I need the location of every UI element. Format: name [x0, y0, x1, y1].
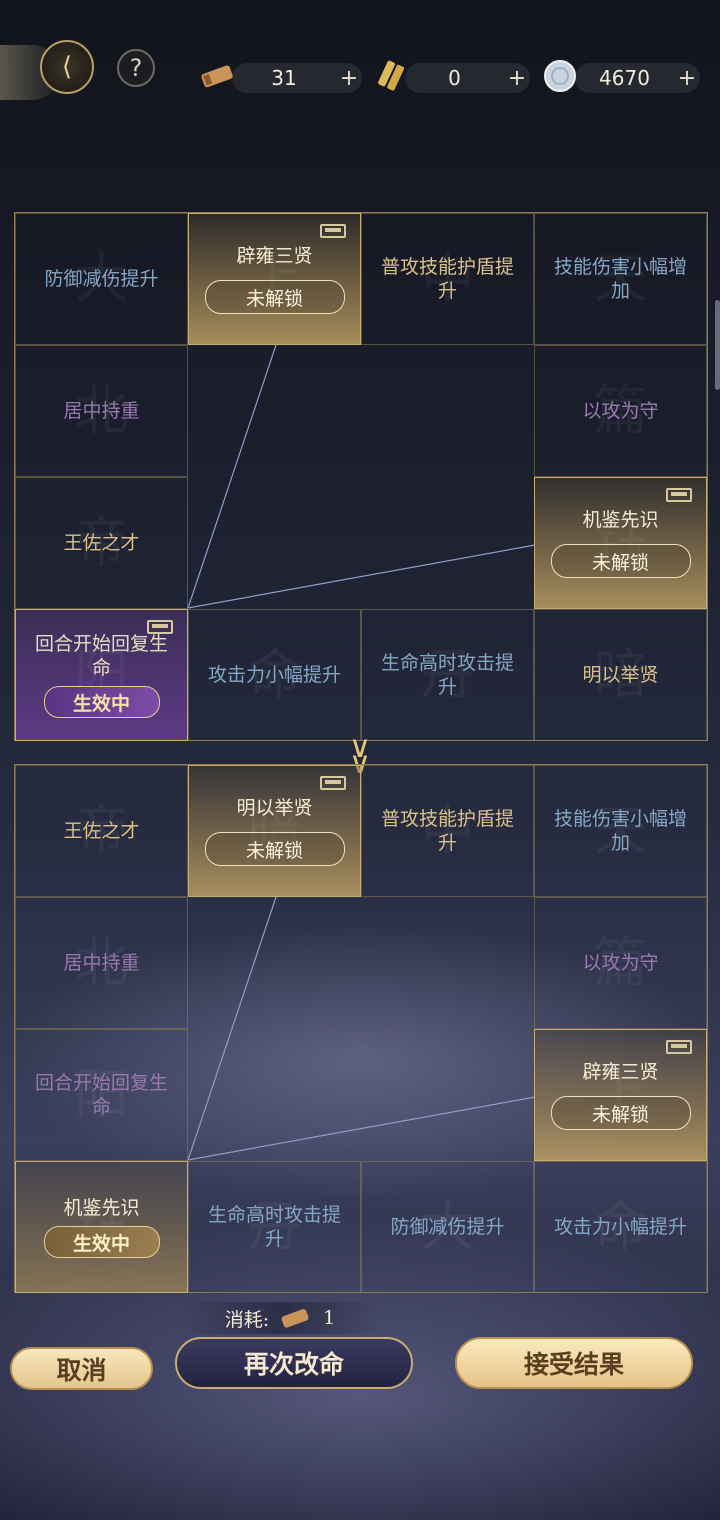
talent-cell[interactable]: 北居中持重	[15, 897, 188, 1029]
resource-scroll: 31 +	[232, 63, 362, 93]
add-scroll-button[interactable]: +	[336, 66, 362, 91]
talent-cell[interactable]: 上辟雍三贤 未解锁	[188, 213, 361, 345]
talent-label: 以攻为守	[582, 952, 659, 974]
locked-badge: 未解锁	[204, 832, 345, 866]
back-arrow-icon: ⟨	[61, 52, 73, 82]
locked-badge: 未解锁	[550, 544, 691, 578]
talent-label: 辟雍三贤	[236, 245, 313, 267]
talent-cell[interactable]: 天技能伤害小幅增加	[534, 765, 707, 897]
talent-cell[interactable]: 中普攻技能护盾提升	[361, 213, 534, 345]
talent-label: 普攻技能护盾提升	[380, 808, 514, 854]
talent-label: 技能伤害小幅增加	[553, 808, 687, 854]
talent-cell[interactable]: 篇以攻为守	[534, 345, 707, 477]
talent-cell[interactable]: 大防御减伤提升	[361, 1161, 534, 1293]
talent-cell[interactable]: 命攻击力小幅提升	[188, 609, 361, 741]
resource-value: 31	[271, 66, 297, 90]
talent-cell[interactable]: 帝王佐之才	[15, 765, 188, 897]
cost-row: 消耗: 1	[180, 1302, 380, 1334]
resource-value: 4670	[599, 66, 650, 90]
talent-label: 王佐之才	[63, 532, 140, 554]
talent-cell[interactable]: 丹生命高时攻击提升	[188, 1161, 361, 1293]
destiny-grid-result: 帝王佐之才暗明以举贤 未解锁中普攻技能护盾提升天技能伤害小幅增加北居中持重篇以攻为…	[14, 764, 708, 1293]
add-bamboo-button[interactable]: +	[504, 66, 530, 91]
locked-badge: 未解锁	[204, 280, 345, 314]
talent-cell[interactable]: 暗明以举贤 未解锁	[188, 765, 361, 897]
scrollbar[interactable]	[715, 300, 720, 390]
resource-silver: 4670 +	[575, 63, 700, 93]
resource-bamboo: 0 +	[405, 63, 530, 93]
talent-label: 以攻为守	[582, 400, 659, 422]
scroll-icon	[281, 1309, 309, 1328]
talent-cell[interactable]: 命攻击力小幅提升	[534, 1161, 707, 1293]
active-badge: 生效中	[43, 686, 160, 718]
back-button[interactable]: ⟨	[40, 40, 94, 94]
talent-label: 居中持重	[63, 952, 140, 974]
talent-label: 明以举贤	[236, 797, 313, 819]
talent-label: 普攻技能护盾提升	[380, 256, 514, 302]
active-badge: 生效中	[43, 1226, 160, 1258]
add-silver-button[interactable]: +	[674, 66, 700, 91]
talent-label: 回合开始回复生命	[34, 633, 168, 679]
destiny-grid-current: 大防御减伤提升上辟雍三贤 未解锁中普攻技能护盾提升天技能伤害小幅增加北居中持重篇以…	[14, 212, 708, 741]
talent-label: 生命高时攻击提升	[207, 1204, 341, 1250]
slot-flag-icon	[666, 488, 692, 502]
talent-label: 攻击力小幅提升	[553, 1216, 687, 1238]
cost-label: 消耗:	[224, 1308, 270, 1331]
cost-value: 1	[323, 1307, 336, 1329]
talent-cell[interactable]: 上辟雍三贤 未解锁	[534, 1029, 707, 1161]
talent-label: 技能伤害小幅增加	[553, 256, 687, 302]
talent-label: 回合开始回复生命	[34, 1072, 168, 1118]
help-button[interactable]: ?	[117, 49, 155, 87]
talent-label: 攻击力小幅提升	[207, 664, 341, 686]
talent-cell[interactable]: 丹生命高时攻击提升	[361, 609, 534, 741]
talent-cell[interactable]: 篇以攻为守	[534, 897, 707, 1029]
talent-cell[interactable]: 阳回合开始回复生命 生效中	[15, 609, 188, 741]
talent-label: 机鉴先识	[582, 509, 659, 531]
talent-label: 居中持重	[63, 400, 140, 422]
resource-value: 0	[448, 66, 461, 90]
talent-label: 防御减伤提升	[390, 1216, 505, 1238]
talent-label: 辟雍三贤	[582, 1061, 659, 1083]
talent-cell[interactable]: 天技能伤害小幅增加	[534, 213, 707, 345]
talent-label: 生命高时攻击提升	[380, 652, 514, 698]
retry-destiny-button[interactable]: 再次改命	[175, 1337, 413, 1389]
talent-cell[interactable]: 中普攻技能护盾提升	[361, 765, 534, 897]
locked-badge: 未解锁	[550, 1096, 691, 1130]
talent-cell[interactable]: 帝王佐之才	[15, 477, 188, 609]
accept-result-button[interactable]: 接受结果	[455, 1337, 693, 1389]
talent-cell[interactable]: 大防御减伤提升	[15, 213, 188, 345]
talent-label: 王佐之才	[63, 820, 140, 842]
talent-cell[interactable]: 阳回合开始回复生命	[15, 1029, 188, 1161]
cancel-button[interactable]: 取消	[10, 1347, 153, 1390]
slot-flag-icon	[320, 224, 346, 238]
slot-flag-icon	[666, 1040, 692, 1054]
talent-label: 明以举贤	[582, 664, 659, 686]
talent-label: 防御减伤提升	[44, 268, 159, 290]
talent-cell[interactable]: 北居中持重	[15, 345, 188, 477]
talent-cell[interactable]: 钰机鉴先识生效中	[15, 1161, 188, 1293]
silver-coin-icon	[540, 58, 580, 94]
talent-label: 机鉴先识	[63, 1197, 140, 1219]
slot-flag-icon	[320, 776, 346, 790]
talent-cell[interactable]: 钰机鉴先识 未解锁	[534, 477, 707, 609]
talent-cell[interactable]: 暗明以举贤	[534, 609, 707, 741]
